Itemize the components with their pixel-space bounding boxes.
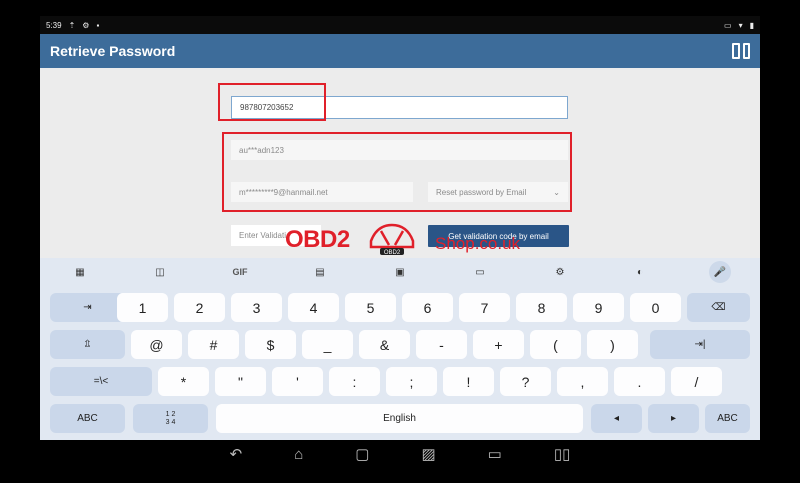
key-exclamation[interactable]: ! [443, 367, 494, 396]
key-plus[interactable]: + [473, 330, 524, 359]
split-screen-icon[interactable] [732, 43, 750, 59]
key-hash[interactable]: # [188, 330, 239, 359]
key-ampersand[interactable]: & [359, 330, 410, 359]
sticker-icon[interactable]: ◫ [120, 258, 200, 286]
key-semicolon[interactable]: ; [386, 367, 437, 396]
key-dollar[interactable]: $ [245, 330, 296, 359]
keyboard-toolbar: ▦ ◫ GIF ▤ ▣ ▭ ⚙ ◐ 🎤 [40, 258, 760, 286]
key-colon[interactable]: : [329, 367, 380, 396]
key-8[interactable]: 8 [516, 293, 567, 322]
annotation-box-account [222, 132, 572, 212]
battery-icon: ▮ [749, 20, 754, 30]
wifi-icon: ▾ [738, 20, 743, 30]
key-2[interactable]: 2 [174, 293, 225, 322]
back-icon[interactable]: ↶ [230, 445, 243, 463]
settings-icon[interactable]: ⚙ [520, 258, 600, 286]
split-view-icon[interactable]: ▯▯ [554, 445, 571, 463]
key-asterisk[interactable]: * [158, 367, 209, 396]
annotation-box-phone [218, 83, 326, 121]
gif-button[interactable]: GIF [200, 258, 280, 286]
get-validation-code-button[interactable]: Get validation code by email [428, 225, 569, 247]
microphone-icon: 🎤 [709, 261, 731, 283]
mic-button[interactable]: 🎤 [680, 258, 760, 286]
key-7[interactable]: 7 [459, 293, 510, 322]
app-header: Retrieve Password [40, 34, 760, 68]
key-double-quote[interactable]: " [215, 367, 266, 396]
key-paren-open[interactable]: ( [530, 330, 581, 359]
clipboard-icon[interactable]: ▤ [280, 258, 360, 286]
key-underscore[interactable]: _ [302, 330, 353, 359]
status-time: 5:39 [46, 20, 62, 30]
recorder-icon: ▪ [96, 20, 100, 30]
key-tab[interactable]: ⇥ [50, 293, 125, 322]
key-abc-left[interactable]: ABC [50, 404, 125, 433]
key-single-quote[interactable]: ' [272, 367, 323, 396]
key-tab-end[interactable]: ⇥| [650, 330, 750, 359]
key-shift[interactable]: ⇫ [50, 330, 125, 359]
key-minus[interactable]: - [416, 330, 467, 359]
key-0[interactable]: 0 [630, 293, 681, 322]
key-question[interactable]: ? [500, 367, 551, 396]
key-space[interactable]: English [216, 404, 583, 433]
car-logo-icon: OBD2 [369, 223, 415, 256]
cast-icon: ▭ [724, 20, 732, 30]
recent-apps-icon[interactable]: ▢ [355, 445, 369, 463]
nav-bar: ↶ ⌂ ▢ ▨ ▭ ▯▯ [40, 440, 760, 468]
soft-keyboard: ▦ ◫ GIF ▤ ▣ ▭ ⚙ ◐ 🎤 ⇥ 1 2 3 4 5 6 7 8 9 … [40, 258, 760, 440]
key-numpad[interactable]: 1 2 3 4 [133, 404, 208, 433]
apps-grid-icon[interactable]: ▦ [40, 258, 120, 286]
page-title: Retrieve Password [50, 43, 176, 59]
key-symbols-toggle[interactable]: =\< [50, 367, 152, 396]
validation-code-input[interactable]: Enter Validati [231, 225, 321, 246]
upload-icon: ⇡ [68, 20, 76, 30]
one-hand-mode-icon[interactable]: ▣ [360, 258, 440, 286]
key-comma[interactable]: , [557, 367, 608, 396]
key-paren-close[interactable]: ) [587, 330, 638, 359]
key-3[interactable]: 3 [231, 293, 282, 322]
vci-icon[interactable]: ▭ [488, 445, 502, 463]
settings-notification-icon: ⚙ [82, 20, 90, 30]
key-9[interactable]: 9 [573, 293, 624, 322]
status-bar: 5:39 ⇡ ⚙ ▪ ▭ ▾ ▮ [40, 16, 760, 34]
key-1[interactable]: 1 [117, 293, 168, 322]
key-backspace[interactable]: ⌫ [687, 293, 750, 322]
key-abc-right[interactable]: ABC [705, 404, 750, 433]
screenshot-icon[interactable]: ▨ [421, 445, 435, 463]
key-cursor-left[interactable]: ◂ [591, 404, 642, 433]
key-slash[interactable]: / [671, 367, 722, 396]
key-at[interactable]: @ [131, 330, 182, 359]
key-6[interactable]: 6 [402, 293, 453, 322]
theme-palette-icon[interactable]: ◐ [600, 258, 680, 286]
home-icon[interactable]: ⌂ [294, 446, 303, 463]
app-screen: Retrieve Password 987807203652 au***adn1… [40, 34, 760, 440]
key-4[interactable]: 4 [288, 293, 339, 322]
watermark-badge: OBD2 [384, 250, 401, 256]
key-period[interactable]: . [614, 367, 665, 396]
key-cursor-right[interactable]: ▸ [648, 404, 699, 433]
key-5[interactable]: 5 [345, 293, 396, 322]
keyboard-emoji-icon[interactable]: ▭ [440, 258, 520, 286]
